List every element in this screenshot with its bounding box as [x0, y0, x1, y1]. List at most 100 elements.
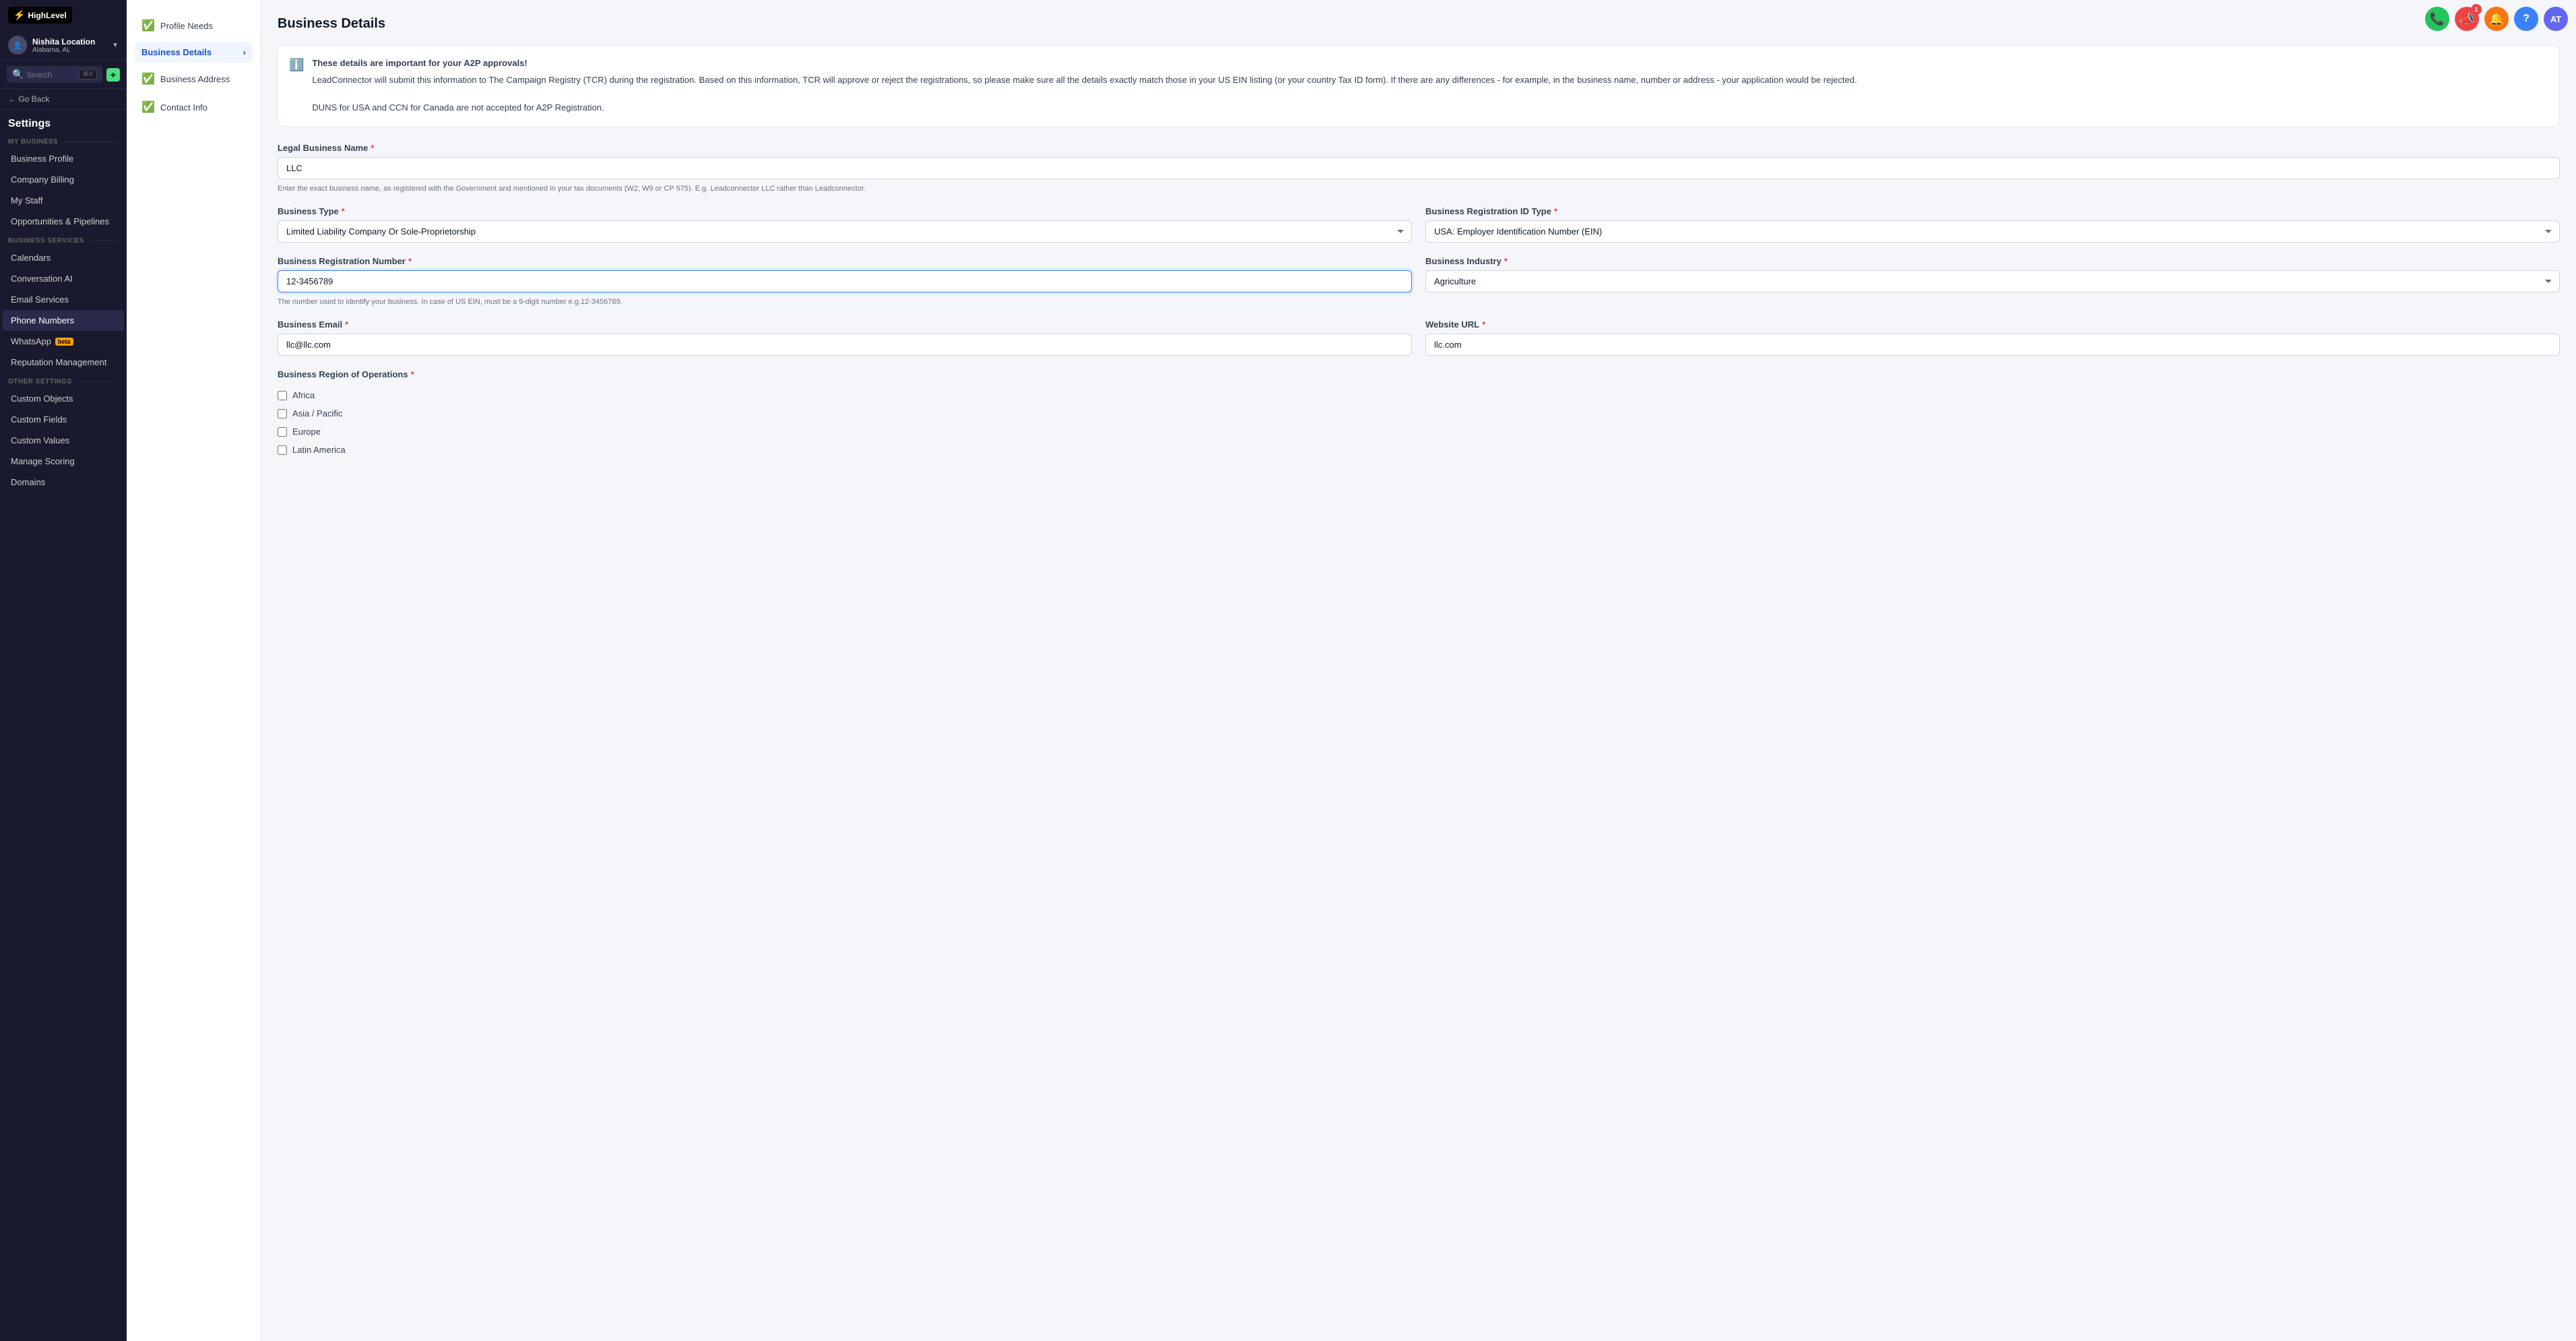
- check-icon: ✅: [141, 72, 155, 86]
- step-label: Business Address: [160, 74, 230, 84]
- business-reg-id-type-label: Business Registration ID Type *: [1425, 206, 2560, 216]
- sidebar-item-label: Business Profile: [11, 154, 73, 164]
- sidebar-item-custom-objects[interactable]: Custom Objects: [3, 388, 124, 409]
- sidebar-item-label: WhatsApp: [11, 336, 51, 346]
- sidebar-item-label: Calendars: [11, 253, 51, 263]
- sidebar-item-custom-values[interactable]: Custom Values: [3, 430, 124, 451]
- arrow-right-icon: ›: [243, 47, 246, 57]
- step-business-address[interactable]: ✅ Business Address: [135, 67, 253, 91]
- section-other-settings: OTHER SETTINGS: [0, 373, 127, 388]
- sidebar-item-label: Phone Numbers: [11, 315, 74, 325]
- sidebar-item-label: Email Services: [11, 294, 69, 305]
- sidebar-item-reputation-management[interactable]: Reputation Management: [3, 352, 124, 373]
- page-title: Business Details: [278, 16, 2560, 32]
- chevron-down-icon: ▼: [112, 42, 119, 49]
- region-asia-pacific[interactable]: Asia / Pacific: [278, 404, 2560, 423]
- location-name: Nishita Location: [32, 37, 106, 46]
- sidebar-item-domains[interactable]: Domains: [3, 472, 124, 493]
- sidebar-item-company-billing[interactable]: Company Billing: [3, 169, 124, 190]
- business-type-group: Business Type * Limited Liability Compan…: [278, 206, 1412, 243]
- region-latin-america-checkbox[interactable]: [278, 445, 287, 455]
- region-asia-pacific-label: Asia / Pacific: [292, 408, 342, 418]
- business-email-label: Business Email *: [278, 319, 1412, 330]
- sidebar-item-my-staff[interactable]: My Staff: [3, 190, 124, 211]
- sidebar-item-whatsapp[interactable]: WhatsApp beta: [3, 331, 124, 352]
- business-reg-id-type-select[interactable]: USA: Employer Identification Number (EIN…: [1425, 220, 2560, 243]
- sidebar-item-manage-scoring[interactable]: Manage Scoring: [3, 451, 124, 472]
- logo-area: ⚡ HighLevel: [0, 0, 127, 30]
- form-row-reg: Business Registration Number * The numbe…: [278, 256, 2560, 306]
- info-note: DUNS for USA and CCN for Canada are not …: [312, 102, 604, 113]
- legal-business-name-input[interactable]: [278, 157, 2560, 179]
- region-latin-america[interactable]: Latin America: [278, 441, 2560, 459]
- legal-business-name-label: Legal Business Name *: [278, 143, 2560, 153]
- sidebar-item-business-profile[interactable]: Business Profile: [3, 148, 124, 169]
- sidebar-item-label: Custom Values: [11, 435, 69, 445]
- business-email-input[interactable]: [278, 334, 1412, 356]
- search-icon: 🔍: [12, 69, 24, 80]
- search-input[interactable]: [26, 70, 76, 80]
- location-info: Nishita Location Alabama, AL: [32, 37, 106, 54]
- step-label: Contact Info: [160, 102, 207, 113]
- add-button[interactable]: +: [106, 68, 120, 82]
- location-sub: Alabama, AL: [32, 46, 106, 54]
- business-reg-number-hint: The number used to identify your busines…: [278, 298, 1412, 306]
- sidebar-item-label: Company Billing: [11, 175, 74, 185]
- legal-business-name-hint: Enter the exact business name, as regist…: [278, 185, 2560, 193]
- logo: ⚡ HighLevel: [8, 7, 72, 24]
- region-africa-checkbox[interactable]: [278, 391, 287, 400]
- required-star: *: [371, 143, 374, 153]
- sidebar-item-email-services[interactable]: Email Services: [3, 289, 124, 310]
- go-back-label: ← Go Back: [8, 94, 49, 104]
- section-business-services: BUSINESS SERVICES: [0, 232, 127, 247]
- website-url-input[interactable]: [1425, 334, 2560, 356]
- step-label: Profile Needs: [160, 21, 213, 31]
- business-region-section: Business Region of Operations * Africa A…: [278, 369, 2560, 459]
- region-africa[interactable]: Africa: [278, 386, 2560, 404]
- sidebar-item-label: Domains: [11, 477, 45, 487]
- business-reg-number-label: Business Registration Number *: [278, 256, 1412, 266]
- search-input-wrap: 🔍 ⌘K: [7, 66, 102, 83]
- info-title: These details are important for your A2P…: [312, 57, 1857, 71]
- sidebar-item-label: Conversation AI: [11, 274, 73, 284]
- website-url-group: Website URL *: [1425, 319, 2560, 356]
- main-area: 📞 📣 1 🔔 ? AT ✅ Profile Needs Business De…: [127, 0, 2576, 1341]
- sidebar-item-custom-fields[interactable]: Custom Fields: [3, 409, 124, 430]
- logo-icon: ⚡: [13, 9, 25, 21]
- region-europe-label: Europe: [292, 427, 321, 437]
- location-avatar: 👤: [8, 36, 27, 55]
- region-europe[interactable]: Europe: [278, 423, 2560, 441]
- business-region-label: Business Region of Operations *: [278, 369, 2560, 379]
- sidebar-item-calendars[interactable]: Calendars: [3, 247, 124, 268]
- beta-badge: beta: [55, 338, 73, 346]
- step-profile-needs[interactable]: ✅ Profile Needs: [135, 13, 253, 38]
- content-area: Business Details ℹ️ These details are im…: [261, 0, 2576, 1341]
- check-icon: ✅: [141, 100, 155, 114]
- location-selector[interactable]: 👤 Nishita Location Alabama, AL ▼: [0, 30, 127, 61]
- info-icon: ℹ️: [289, 58, 304, 115]
- legal-business-name-group: Legal Business Name * Enter the exact bu…: [278, 143, 2560, 193]
- sidebar-item-label: Custom Fields: [11, 414, 67, 425]
- sidebar-item-conversation-ai[interactable]: Conversation AI: [3, 268, 124, 289]
- sidebar-item-label: Manage Scoring: [11, 456, 75, 466]
- business-industry-select[interactable]: Agriculture Technology Healthcare Financ…: [1425, 270, 2560, 292]
- step-contact-info[interactable]: ✅ Contact Info: [135, 95, 253, 119]
- search-shortcut: ⌘K: [79, 69, 97, 80]
- business-type-label: Business Type *: [278, 206, 1412, 216]
- step-business-details[interactable]: Business Details ›: [135, 42, 253, 63]
- sidebar: ⚡ HighLevel 👤 Nishita Location Alabama, …: [0, 0, 127, 1341]
- step-label: Business Details: [141, 47, 212, 57]
- business-type-select[interactable]: Limited Liability Company Or Sole-Propri…: [278, 220, 1412, 243]
- region-europe-checkbox[interactable]: [278, 427, 287, 437]
- go-back-button[interactable]: ← Go Back: [0, 89, 127, 110]
- sidebar-item-phone-numbers[interactable]: Phone Numbers: [3, 310, 124, 331]
- info-content: These details are important for your A2P…: [312, 57, 1857, 115]
- sidebar-item-label: My Staff: [11, 195, 42, 206]
- business-industry-group: Business Industry * Agriculture Technolo…: [1425, 256, 2560, 306]
- business-email-group: Business Email *: [278, 319, 1412, 356]
- sidebar-item-opportunities-pipelines[interactable]: Opportunities & Pipelines: [3, 211, 124, 232]
- section-my-business: MY BUSINESS: [0, 133, 127, 148]
- website-url-label: Website URL *: [1425, 319, 2560, 330]
- region-asia-pacific-checkbox[interactable]: [278, 409, 287, 418]
- business-reg-number-input[interactable]: [278, 270, 1412, 292]
